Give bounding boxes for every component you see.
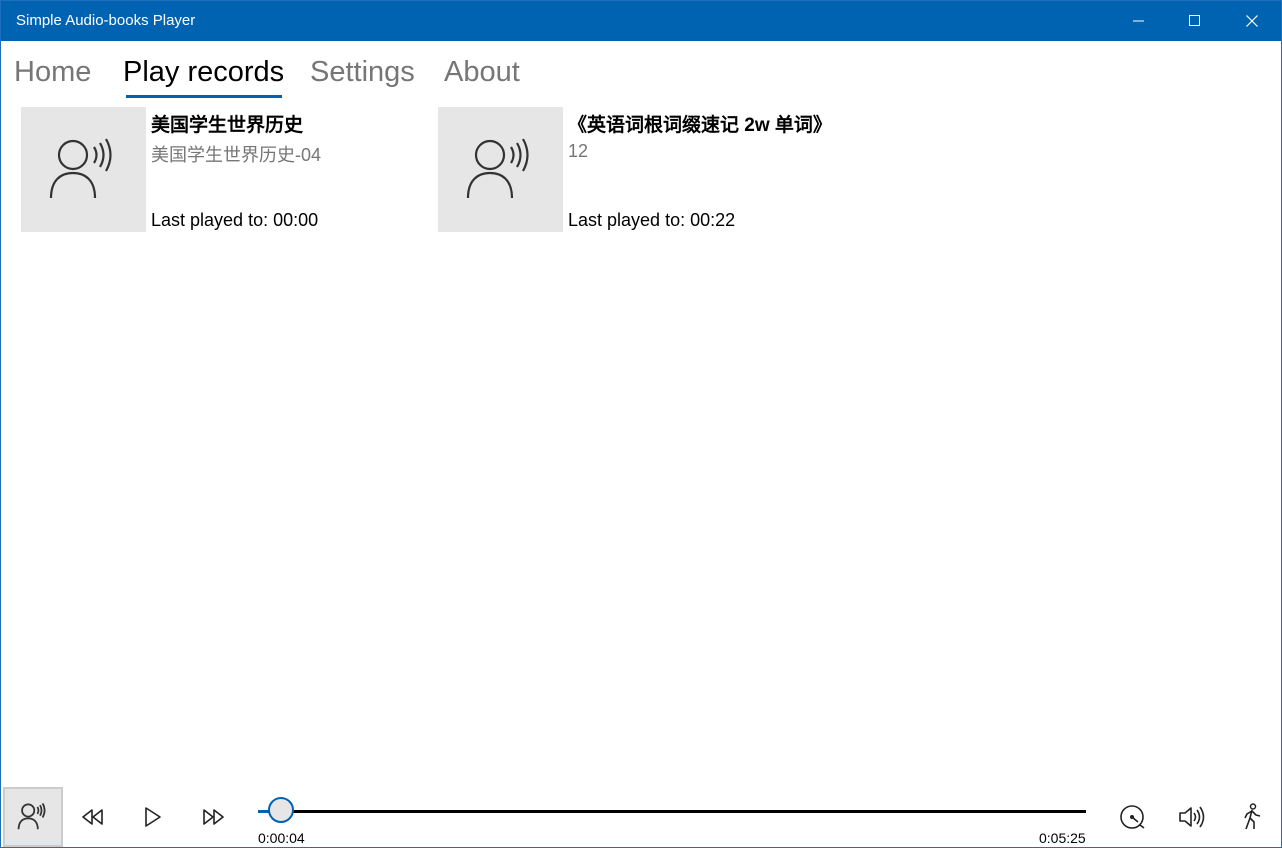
volume-button[interactable] [1162, 787, 1222, 847]
record-chapter: 美国学生世界历史-04 [151, 145, 322, 165]
total-time: 0:05:25 [1039, 830, 1086, 846]
fast-forward-icon [203, 809, 224, 825]
progress-fill [258, 810, 269, 813]
tab-settings[interactable]: Settings [310, 56, 415, 89]
progress-slider-thumb[interactable] [268, 797, 295, 823]
maximize-button[interactable] [1172, 1, 1218, 41]
record-thumbnail [21, 107, 146, 232]
active-tab-indicator [126, 95, 282, 98]
record-thumbnail [438, 107, 563, 232]
window-title: Simple Audio-books Player [16, 12, 196, 29]
app-window: Simple Audio-books Player Home Play reco… [0, 0, 1282, 848]
speed-icon [1120, 805, 1145, 829]
walk-mode-icon [1244, 803, 1261, 830]
audiobook-icon [17, 803, 46, 830]
play-button[interactable] [123, 787, 183, 847]
current-time: 0:00:04 [258, 830, 305, 846]
title-bar: Simple Audio-books Player [1, 1, 1281, 41]
play-record-item[interactable]: 《英语词根词缀速记 2w 单词》 12 Last played to: 00:2… [438, 107, 838, 232]
record-last-played: Last played to: 00:22 [568, 210, 736, 230]
audiobook-icon [49, 137, 112, 198]
player-bar: 0:00:04 0:05:25 [1, 787, 1281, 847]
walk-mode-button[interactable] [1222, 787, 1282, 847]
audiobook-icon [466, 137, 529, 198]
rewind-icon [82, 809, 103, 825]
maximize-icon [1189, 15, 1200, 26]
play-icon [145, 807, 161, 827]
play-record-item[interactable]: 美国学生世界历史 美国学生世界历史-04 Last played to: 00:… [21, 107, 421, 232]
tab-play-records[interactable]: Play records [123, 56, 284, 89]
record-title: 《英语词根词缀速记 2w 单词》 [568, 115, 832, 136]
minimize-button[interactable] [1116, 1, 1162, 41]
close-button[interactable] [1229, 1, 1275, 41]
playback-speed-button[interactable] [1102, 787, 1162, 847]
progress-slider[interactable] [258, 810, 1086, 813]
rewind-button[interactable] [63, 787, 123, 847]
now-playing-cover-button[interactable] [3, 787, 63, 847]
minimize-icon [1133, 20, 1144, 22]
fast-forward-button[interactable] [183, 787, 243, 847]
record-last-played: Last played to: 00:00 [151, 210, 319, 230]
tab-home[interactable]: Home [14, 56, 91, 89]
volume-icon [1179, 806, 1205, 828]
record-chapter: 12 [568, 141, 589, 161]
close-icon [1246, 15, 1258, 27]
tab-about[interactable]: About [444, 56, 520, 89]
record-title: 美国学生世界历史 [151, 115, 304, 136]
